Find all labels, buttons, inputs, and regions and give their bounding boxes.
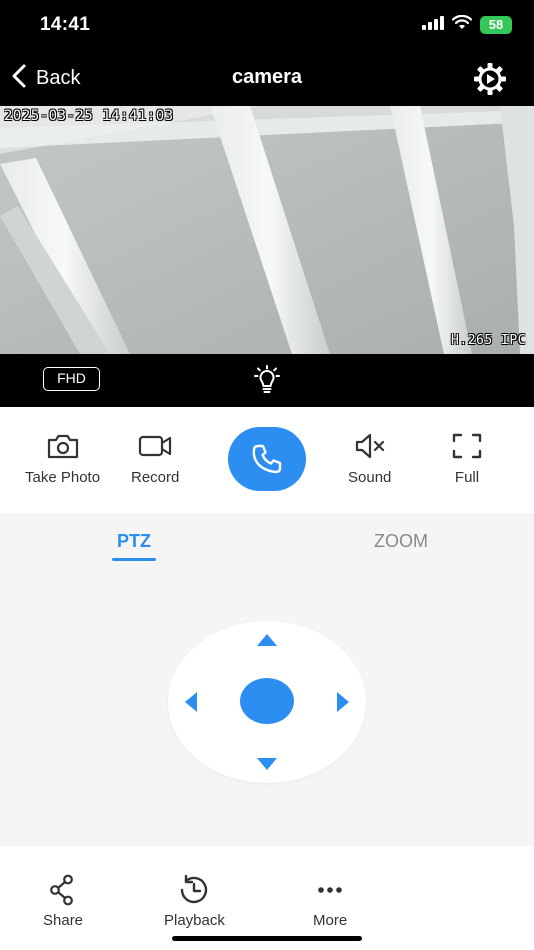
share-icon — [50, 874, 73, 906]
playback-button[interactable]: Playback — [164, 874, 225, 929]
status-bar: 14:41 58 — [0, 0, 534, 52]
playback-label: Playback — [164, 912, 225, 929]
ptz-joystick — [168, 621, 366, 783]
record-button[interactable]: Record — [131, 429, 179, 486]
camera-view-image — [0, 106, 534, 354]
arrow-down-icon — [257, 758, 277, 770]
fullscreen-button[interactable]: Full — [450, 429, 484, 486]
settings-button[interactable] — [472, 61, 508, 97]
sound-button[interactable]: Sound — [348, 429, 391, 486]
full-label: Full — [454, 469, 480, 486]
home-indicator — [172, 936, 362, 941]
more-dots-icon — [318, 887, 342, 893]
share-button[interactable]: Share — [43, 874, 83, 929]
speaker-muted-icon — [353, 429, 387, 463]
take-photo-label: Take Photo — [25, 469, 101, 486]
record-label: Record — [131, 469, 180, 486]
ptz-panel: PTZ ZOOM — [0, 513, 534, 846]
wifi-icon — [451, 14, 473, 35]
more-label: More — [313, 912, 348, 929]
camera-icon — [46, 429, 80, 463]
quality-button[interactable]: FHD — [43, 367, 100, 391]
take-photo-button[interactable]: Take Photo — [25, 429, 100, 486]
action-row: Take Photo Record Sound Full — [0, 407, 534, 513]
cellular-signal-icon — [422, 15, 444, 35]
status-time: 14:41 — [40, 14, 91, 35]
video-control-strip: FHD — [0, 354, 534, 407]
bottom-bar: Share Playback More — [0, 846, 534, 950]
pan-up-button[interactable] — [256, 633, 278, 652]
page-title: camera — [231, 66, 303, 88]
call-button[interactable] — [228, 427, 306, 491]
battery-indicator: 58 — [480, 16, 512, 34]
tab-ptz[interactable]: PTZ — [112, 531, 156, 552]
fullscreen-icon — [450, 429, 484, 463]
pan-left-button[interactable] — [184, 691, 198, 718]
phone-icon — [252, 444, 282, 474]
light-button[interactable] — [249, 364, 285, 398]
history-icon — [181, 874, 208, 904]
nav-bar: Back camera — [0, 52, 534, 106]
video-codec-label: H.265 IPC — [451, 333, 526, 348]
sound-label: Sound — [348, 469, 392, 486]
video-feed[interactable]: 2025-03-25 14:41:03 H.265 IPC — [0, 106, 534, 354]
video-timestamp: 2025-03-25 14:41:03 — [4, 108, 174, 124]
light-bulb-icon — [254, 365, 280, 393]
share-label: Share — [43, 912, 84, 929]
tab-zoom[interactable]: ZOOM — [360, 531, 442, 552]
more-button[interactable]: More — [313, 874, 347, 929]
gear-icon — [474, 63, 506, 95]
arrow-left-icon — [185, 692, 197, 712]
pan-right-button[interactable] — [336, 691, 350, 718]
tab-active-indicator — [112, 558, 156, 561]
arrow-right-icon — [337, 692, 349, 712]
arrow-up-icon — [257, 634, 277, 646]
status-indicators: 58 — [422, 14, 512, 35]
pan-down-button[interactable] — [256, 757, 278, 776]
ptz-center-button[interactable] — [240, 678, 294, 724]
video-camera-icon — [138, 429, 172, 463]
